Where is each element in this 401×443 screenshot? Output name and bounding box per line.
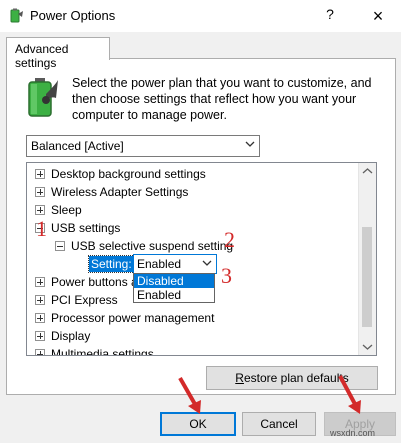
scroll-up-icon[interactable] <box>359 163 376 180</box>
option-label: Disabled <box>137 274 184 288</box>
annotation-2: 2 <box>224 227 235 252</box>
option-label: Enabled <box>137 288 182 302</box>
power-plan-value: Balanced [Active] <box>31 139 124 153</box>
tree-item-label: Power buttons a <box>51 275 138 289</box>
cancel-button[interactable]: Cancel <box>242 412 316 436</box>
setting-label-text: Setting: <box>91 257 132 271</box>
help-button[interactable]: ? <box>318 6 342 26</box>
collapse-icon[interactable] <box>55 241 65 251</box>
annotation-1: 1 <box>36 216 47 241</box>
description-line: computer to manage power. <box>72 108 227 122</box>
power-plan-select[interactable]: Balanced [Active] <box>26 135 260 157</box>
expand-icon[interactable] <box>35 169 45 179</box>
tree-item-label: USB selective suspend setting <box>71 239 234 253</box>
arrow-to-apply-icon <box>336 374 366 416</box>
expand-icon[interactable] <box>35 187 45 197</box>
tree-item-label: Processor power management <box>51 311 215 325</box>
expand-icon[interactable] <box>35 313 45 323</box>
restore-label: estore plan defaults <box>243 371 349 385</box>
tab-advanced-settings[interactable]: Advanced settings <box>6 37 110 70</box>
expand-icon[interactable] <box>35 349 45 355</box>
tree-item-label: Display <box>51 329 91 343</box>
setting-options-list: Disabled Enabled <box>133 273 215 303</box>
option-disabled[interactable]: Disabled <box>134 274 214 288</box>
battery-icon <box>26 76 60 120</box>
close-button[interactable]: × <box>364 4 392 28</box>
tab-label: Advanced settings <box>15 42 69 70</box>
description-line: Select the power plan that you want to c… <box>72 76 372 90</box>
setting-label: Setting: <box>88 255 135 273</box>
tree-scrollbar[interactable] <box>358 163 376 355</box>
option-enabled[interactable]: Enabled <box>134 288 214 302</box>
tree-item-label: Desktop background settings <box>51 167 206 181</box>
chevron-down-icon <box>202 258 212 268</box>
annotation-3: 3 <box>221 263 232 288</box>
power-options-icon <box>8 8 24 24</box>
expand-icon[interactable] <box>35 277 45 287</box>
expand-icon[interactable] <box>35 205 45 215</box>
scroll-down-icon[interactable] <box>359 338 376 355</box>
watermark: wsxdn.com <box>330 428 376 438</box>
setting-value: Enabled <box>137 257 182 271</box>
expand-icon[interactable] <box>35 295 45 305</box>
tree-item-label: USB settings <box>51 221 121 235</box>
expand-icon[interactable] <box>35 331 45 341</box>
description-line: then choose settings that reflect how yo… <box>72 92 357 106</box>
tree-item-label: Multimedia settings <box>51 347 154 356</box>
restore-mnemonic: R <box>235 371 244 385</box>
tree-item-label: PCI Express <box>51 293 118 307</box>
tree-item-label: Wireless Adapter Settings <box>51 185 189 199</box>
scrollbar-thumb[interactable] <box>362 227 372 327</box>
description: Select the power plan that you want to c… <box>72 75 372 123</box>
usb-suspend-setting-select[interactable]: Enabled <box>133 254 217 274</box>
window-title: Power Options <box>30 8 116 23</box>
chevron-down-icon <box>245 139 255 149</box>
settings-tree[interactable]: Desktop background settings Wireless Ada… <box>26 162 377 356</box>
tree-item-label: Sleep <box>51 203 82 217</box>
arrow-to-ok-icon <box>176 376 206 416</box>
